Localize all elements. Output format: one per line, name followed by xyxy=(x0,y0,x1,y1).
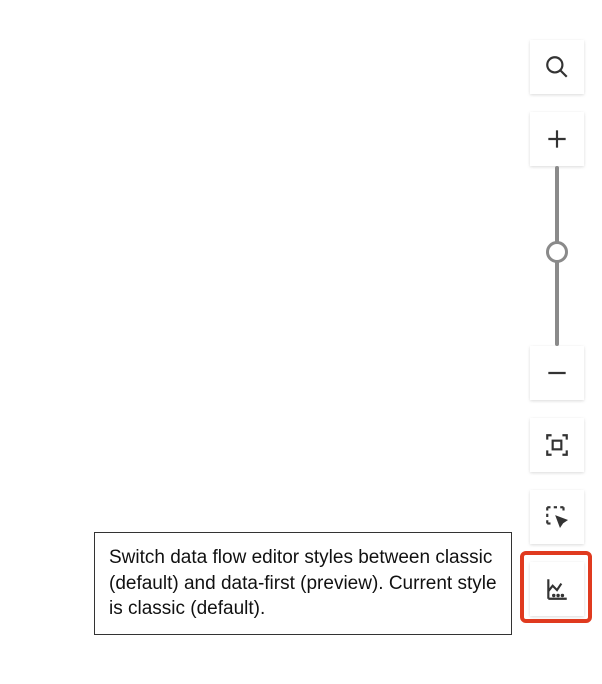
fit-to-screen-button[interactable] xyxy=(530,418,584,472)
chart-style-icon xyxy=(544,576,570,602)
style-switch-tooltip: Switch data flow editor styles between c… xyxy=(94,532,512,635)
search-icon xyxy=(544,54,570,80)
fit-to-screen-icon xyxy=(544,432,570,458)
switch-style-button[interactable] xyxy=(530,562,584,616)
minus-icon xyxy=(544,360,570,386)
zoom-slider-group xyxy=(530,112,584,400)
search-button[interactable] xyxy=(530,40,584,94)
canvas-toolbar xyxy=(530,40,584,616)
tooltip-text: Switch data flow editor styles between c… xyxy=(109,547,497,619)
selection-cursor-icon xyxy=(544,504,570,530)
zoom-slider-track[interactable] xyxy=(555,166,559,346)
zoom-out-button[interactable] xyxy=(530,346,584,400)
plus-icon xyxy=(544,126,570,152)
zoom-in-button[interactable] xyxy=(530,112,584,166)
zoom-slider-thumb[interactable] xyxy=(546,241,568,263)
selection-tool-button[interactable] xyxy=(530,490,584,544)
